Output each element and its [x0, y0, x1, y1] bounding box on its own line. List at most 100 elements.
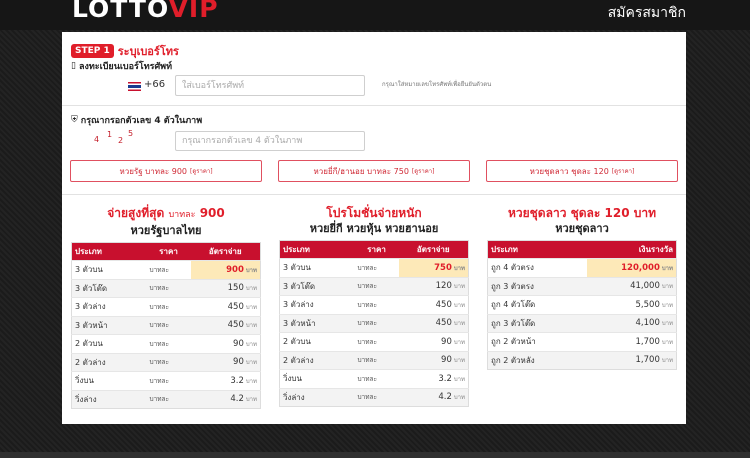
register-link[interactable]: สมัครสมาชิก — [608, 2, 686, 24]
table-cell: [ดูราคา] — [190, 168, 213, 175]
table-row: 3 ตัวหน้า บาทละ 450 บาท — [71, 315, 261, 335]
table-row: ถูก 4 ตัวตรง 120,000 บาท — [487, 258, 677, 277]
table-cell: บาท — [245, 285, 257, 293]
table-cell: 2 — [118, 136, 124, 145]
table-cell: 2 ตัวล่าง — [279, 350, 355, 370]
thai-government-lottery-column: จ่ายสูงที่สุด บาทละ 900 หวยรัฐบาลไทย ประ… — [71, 204, 261, 409]
phone-icon: ▯ — [71, 61, 76, 71]
yeekee-hanoi-price-button[interactable]: หวยยี่กี/ฮานอย บาทละ 750 [ดูราคา] — [278, 160, 470, 182]
top-bar: LOTTOVIP สมัครสมาชิก — [0, 0, 750, 30]
table-cell: 3 ตัวโต๊ด — [279, 276, 355, 296]
table-cell: บาท — [245, 303, 257, 311]
step-header: STEP 1 ระบุเบอร์โทร — [71, 42, 179, 60]
table-cell: บาท — [661, 283, 673, 291]
phone-input[interactable] — [175, 75, 365, 96]
table-cell: ประเภท — [487, 240, 587, 259]
table-cell: 90 บาท — [398, 332, 469, 351]
table-row: 3 ตัวบน บาทละ 900 บาท — [71, 260, 261, 279]
table-cell: 450 — [227, 320, 244, 331]
logo[interactable]: LOTTOVIP — [72, 0, 219, 24]
table-cell: ลงทะเบียนเบอร์โทรศัพท์ — [78, 62, 173, 72]
table-cell: หวยชุดลาว ชุดละ 120 บาท — [507, 206, 657, 220]
table-row: วิ่งบน บาทละ 3.2 บาท — [71, 371, 261, 390]
table-cell: บาท — [453, 264, 465, 272]
table-cell: 3 ตัวบน — [279, 258, 355, 277]
thai-lottery-price-button[interactable]: หวยรัฐ บาทละ 900 [ดูราคา] — [70, 160, 262, 182]
table-cell: 4.2 บาท — [398, 387, 469, 407]
divider — [62, 194, 686, 195]
table-cell: ถูก 2 ตัวหน้า — [487, 332, 587, 351]
table-row: 2 ตัวล่าง บาทละ 90 บาท — [71, 352, 261, 372]
table-cell: บาทละ — [354, 313, 399, 333]
table-cell: เงินรางวัล — [586, 240, 677, 259]
table-cell: ถูก 3 ตัวตรง — [487, 276, 587, 296]
table-cell: 120 บาท — [398, 276, 469, 296]
table-cell: 90 บาท — [190, 352, 261, 372]
table-cell: 90 บาท — [190, 334, 261, 353]
table-cell: 120 — [435, 281, 452, 292]
table-cell: 3 ตัวล่าง — [71, 297, 147, 316]
table-cell: บาท — [661, 301, 673, 309]
table-cell: บาท — [453, 301, 465, 309]
table-cell: หวยยี่กี หวยหุ้น หวยฮานอย — [309, 222, 439, 235]
table-cell: 4.2 — [438, 392, 452, 403]
table-cell: บาท — [661, 320, 673, 328]
table-cell: บาทละ — [168, 210, 196, 220]
table-cell: 5,500 — [635, 299, 660, 310]
divider — [62, 105, 686, 106]
lao-set-price-button[interactable]: หวยชุดลาว ชุดละ 120 [ดูราคา] — [486, 160, 678, 182]
table-cell: 450 บาท — [398, 313, 469, 333]
table-row: 3 ตัวโต๊ด บาทละ 120 บาท — [279, 276, 469, 296]
table-row: ถูก 2 ตัวหน้า 1,700 บาท — [487, 332, 677, 351]
payout-table: ประเภท ราคา อัตราจ่าย 3 ตัวบน บาทละ 900 บาท… — [71, 242, 261, 409]
captcha-image: 4 1 2 5 — [90, 128, 140, 146]
table-row: 3 ตัวล่าง บาทละ 450 บาท — [71, 297, 261, 316]
table-cell: บาทละ — [146, 278, 191, 298]
table-cell: วิ่งบน — [279, 369, 355, 388]
table-cell: 750 บาท — [398, 258, 469, 277]
captcha-input[interactable] — [175, 131, 365, 151]
table-cell: หวยรัฐบาลไทย — [130, 224, 202, 237]
payout-table: ประเภท ราคา อัตราจ่าย 3 ตัวบน บาทละ 750 บาท… — [279, 240, 469, 407]
table-cell: บาท — [661, 264, 673, 272]
table-cell: 2 ตัวบน — [279, 332, 355, 351]
table-cell: 5,500 บาท — [586, 295, 677, 314]
table-cell: บาทละ — [354, 369, 399, 388]
table-cell: 3.2 บาท — [398, 369, 469, 388]
table-cell: บาท — [453, 283, 465, 291]
lao-set-lottery-column: หวยชุดลาว ชุดละ 120 บาท หวยชุดลาว ประเภท… — [487, 204, 677, 370]
step-title: ระบุเบอร์โทร — [117, 45, 179, 58]
table-row: ถูก 4 ตัวโต๊ด 5,500 บาท — [487, 295, 677, 314]
table-cell: บาทละ — [146, 334, 191, 353]
table-cell: 3 ตัวบน — [71, 260, 147, 279]
table-cell: หวยชุดลาว ชุดละ 120 — [529, 166, 609, 176]
table-row: วิ่งบน บาทละ 3.2 บาท — [279, 369, 469, 388]
table-cell: 1 — [107, 130, 113, 139]
captcha-section-label: ⛨ กรุณากรอกตัวเลข 4 ตัวในภาพ — [71, 113, 202, 127]
table-cell: บาทละ — [354, 258, 399, 277]
table-cell: 450 บาท — [398, 295, 469, 314]
table-cell: หวยรัฐ บาทละ 900 — [119, 166, 187, 176]
prize-table: ประเภท เงินรางวัล ถูก 4 ตัวตรง 120,000 บาท… — [487, 240, 677, 370]
table-cell: LOTTO — [72, 0, 169, 23]
table-cell: [ดูราคา] — [611, 168, 635, 175]
footer-bar — [0, 452, 750, 458]
table-cell: 41,000 บาท — [586, 276, 677, 296]
registration-panel: STEP 1 ระบุเบอร์โทร ▯ ลงทะเบียนเบอร์โทรศ… — [62, 32, 686, 424]
shield-icon: ⛨ — [71, 115, 78, 125]
table-cell: บาท — [245, 377, 257, 385]
table-cell: [ดูราคา] — [411, 168, 435, 175]
table-cell: 450 — [435, 299, 452, 310]
table-cell: VIP — [168, 0, 219, 23]
table-cell: 90 — [233, 357, 244, 368]
step-badge: STEP 1 — [71, 44, 114, 58]
table-cell: 150 — [227, 283, 244, 294]
table-cell: 900 — [226, 264, 244, 275]
table-cell: บาท — [661, 338, 673, 346]
table-cell: 1,700 บาท — [586, 332, 677, 351]
phone-section-label: ▯ ลงทะเบียนเบอร์โทรศัพท์ — [71, 59, 172, 73]
table-cell: 90 บาท — [398, 350, 469, 370]
table-cell: 450 บาท — [190, 315, 261, 335]
table-cell: บาท — [245, 340, 257, 348]
table-cell: 5 — [128, 129, 134, 138]
